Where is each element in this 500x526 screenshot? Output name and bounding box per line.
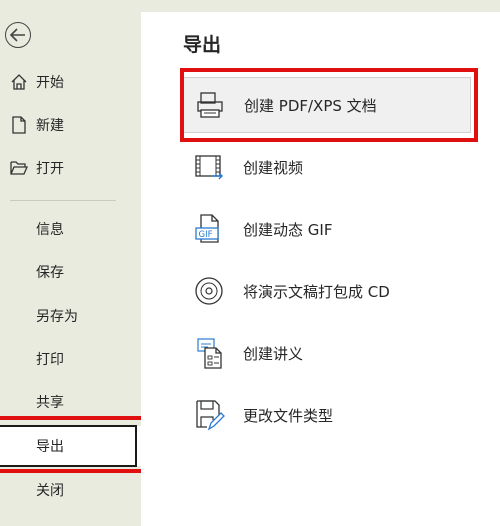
export-option-label: 更改文件类型: [243, 406, 334, 425]
sidebar-item-label: 共享: [36, 395, 64, 411]
sidebar-item-label: 开始: [36, 75, 64, 91]
sidebar-item-home[interactable]: 开始: [0, 62, 141, 102]
sidebar-item-print[interactable]: 打印: [0, 339, 141, 379]
svg-text:GIF: GIF: [199, 230, 213, 240]
export-option-handouts[interactable]: 创建讲义: [183, 325, 471, 381]
sidebar-item-save-as[interactable]: 另存为: [0, 296, 141, 336]
gif-icon: GIF: [189, 209, 229, 249]
sidebar-item-label: 信息: [36, 222, 64, 238]
sidebar-item-info[interactable]: 信息: [0, 209, 141, 249]
handout-icon: [189, 333, 229, 373]
sidebar-item-label: 打印: [36, 352, 64, 368]
open-folder-icon: [8, 157, 30, 179]
export-option-change-file-type[interactable]: 更改文件类型: [183, 387, 471, 443]
annotation-highlight-box: [180, 68, 478, 142]
sidebar-item-label: 另存为: [36, 309, 78, 325]
back-arrow-icon: [10, 28, 25, 42]
sidebar-item-label: 关闭: [36, 483, 64, 499]
sidebar-item-label: 打开: [36, 161, 64, 177]
export-option-label: 创建动态 GIF: [243, 220, 333, 239]
export-option-package-cd[interactable]: 将演示文稿打包成 CD: [183, 263, 471, 319]
export-option-label: 创建讲义: [243, 344, 304, 363]
video-icon: [189, 147, 229, 187]
new-document-icon: [8, 114, 30, 136]
home-icon: [8, 71, 30, 93]
sidebar-item-label: 新建: [36, 118, 64, 134]
sidebar-item-label: 保存: [36, 265, 64, 281]
sidebar-item-save[interactable]: 保存: [0, 252, 141, 292]
change-file-type-icon: [189, 395, 229, 435]
export-option-label: 创建视频: [243, 158, 304, 177]
export-option-label: 将演示文稿打包成 CD: [243, 282, 390, 301]
sidebar-divider: [10, 200, 116, 201]
annotation-highlight-box: [0, 416, 164, 473]
sidebar-item-new[interactable]: 新建: [0, 105, 141, 145]
title-bar-strip: [141, 0, 500, 12]
sidebar-item-open[interactable]: 打开: [0, 148, 141, 188]
export-option-video[interactable]: 创建视频: [183, 139, 471, 195]
export-option-gif[interactable]: GIF 创建动态 GIF: [183, 201, 471, 257]
page-title: 导出: [183, 34, 222, 56]
cd-icon: [189, 271, 229, 311]
back-button[interactable]: [5, 22, 31, 48]
sidebar-item-close[interactable]: 关闭: [0, 470, 141, 510]
